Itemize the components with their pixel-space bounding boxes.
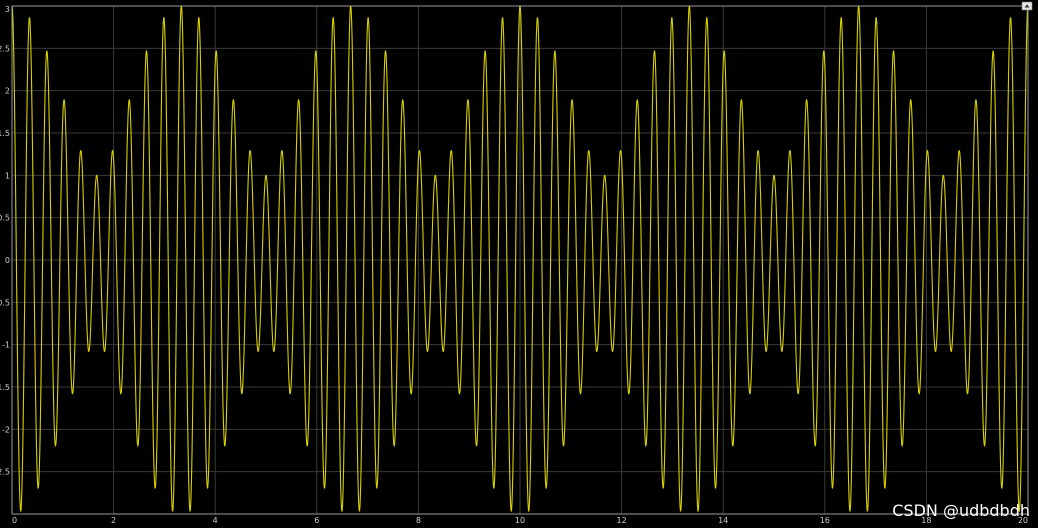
y-tick-label: 2 <box>5 87 10 96</box>
y-tick-label: -1 <box>2 341 10 350</box>
x-tick-label: 12 <box>617 516 627 525</box>
expand-button[interactable] <box>1021 1 1033 11</box>
y-tick-label: 1 <box>5 171 10 180</box>
y-tick-label: -2.5 <box>0 468 10 477</box>
x-tick-label: 6 <box>314 516 319 525</box>
y-tick-label: 0 <box>5 256 10 265</box>
scope-plot: 3 2.5 2 1.5 1 0.5 0 -0.5 -1 -1.5 -2 -2.5 0 2 4 6 8 10 12 1… <box>0 0 1038 528</box>
plot-background <box>0 0 1038 528</box>
y-tick-label: -1.5 <box>0 383 10 392</box>
x-tick-label: 0 <box>12 516 17 525</box>
x-tick-label: 10 <box>515 516 525 525</box>
watermark: CSDN @udbdbdh <box>892 501 1030 520</box>
y-tick-label: -2 <box>2 425 10 434</box>
y-tick-label: -0.5 <box>0 298 10 307</box>
x-tick-label: 2 <box>111 516 116 525</box>
x-tick-label: 4 <box>213 516 218 525</box>
x-tick-label: 14 <box>718 516 728 525</box>
y-tick-label: 1.5 <box>0 129 10 138</box>
y-tick-label: 3 <box>5 5 10 14</box>
x-tick-label: 16 <box>820 516 830 525</box>
y-tick-label: 0.5 <box>0 214 10 223</box>
x-tick-label: 8 <box>416 516 421 525</box>
y-tick-label: 2.5 <box>0 44 10 53</box>
